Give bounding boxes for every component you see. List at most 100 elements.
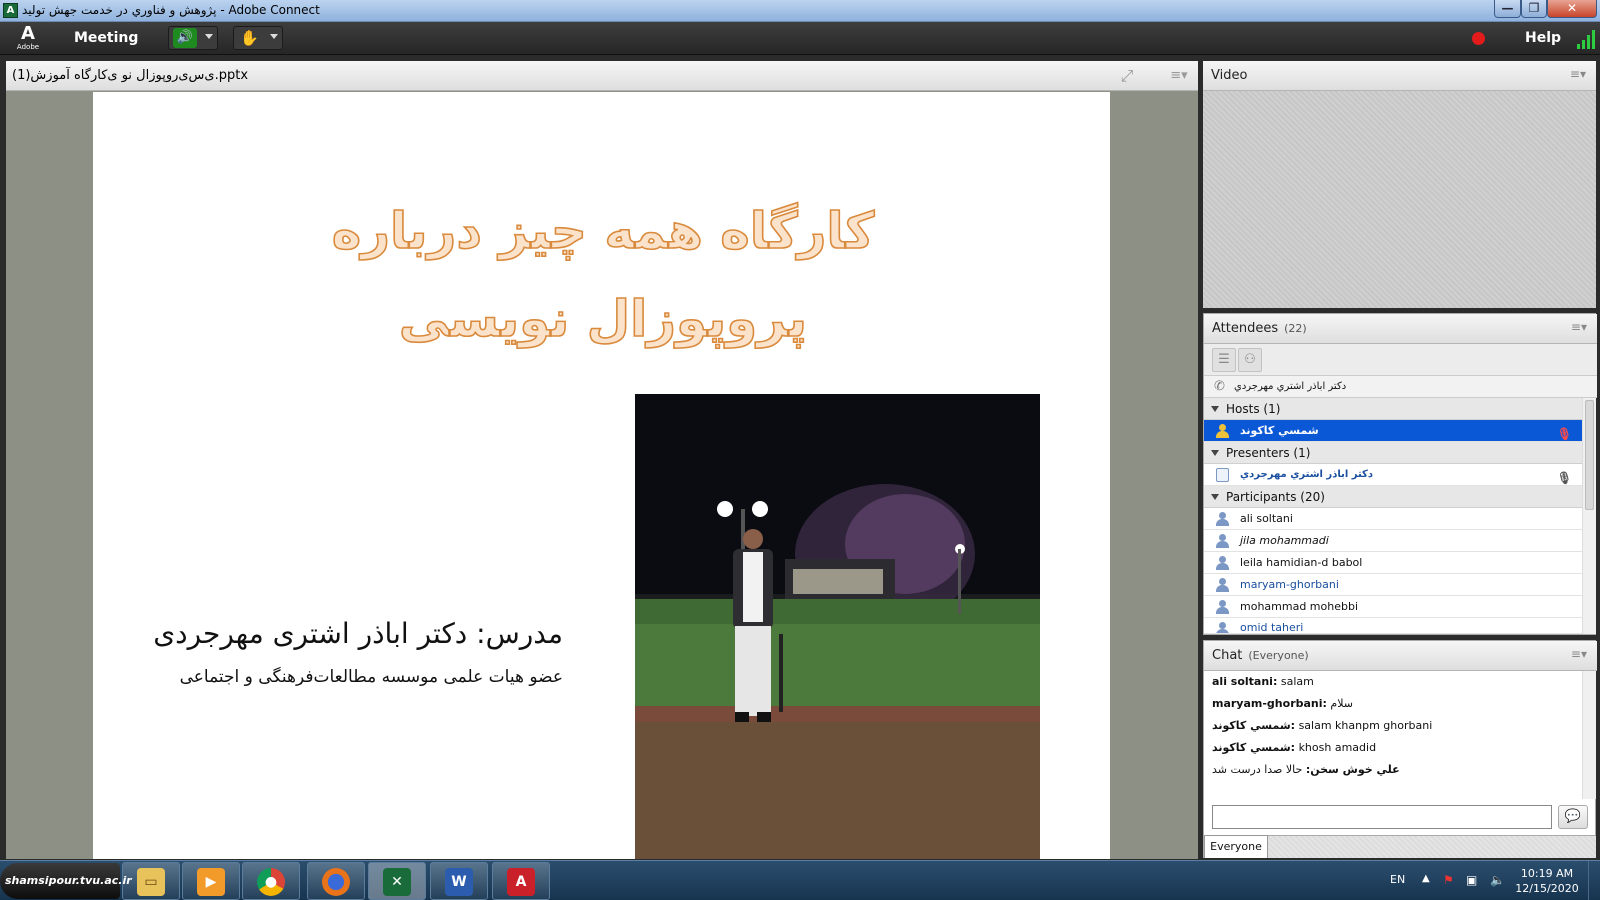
pod-menu-icon[interactable]: ≡▾: [1571, 647, 1587, 661]
recording-indicator-icon[interactable]: [1472, 32, 1485, 45]
pod-menu-icon[interactable]: ≡▾: [1571, 320, 1587, 334]
window-title: پژوهش و فناوري در خدمت جهش توليد - Adobe…: [22, 3, 320, 17]
instructor-photo-illustration: [635, 394, 1040, 859]
chat-text: حالا صدا درست شد: [1212, 763, 1303, 776]
chat-text: salam khanpm ghorbani: [1298, 719, 1433, 732]
fullscreen-icon[interactable]: ⤢: [1118, 67, 1136, 85]
media-player-icon: ▶: [197, 868, 225, 896]
share-pod-title: (1)ی‌س‌ی‌روپوزال نو ی‌کارگاه آموزش.pptx: [12, 68, 249, 83]
instructor-photo: [635, 394, 1040, 859]
speaker-icon: 🔊: [173, 28, 197, 48]
network-icon[interactable]: ▣: [1466, 873, 1477, 887]
attendee-name: leila hamidian-d babol: [1240, 556, 1363, 569]
chat-text: سلام: [1330, 697, 1354, 710]
attendee-row[interactable]: omid taheri: [1204, 618, 1582, 634]
chat-input[interactable]: [1212, 805, 1552, 829]
help-menu[interactable]: Help: [1525, 30, 1561, 46]
chat-scrollbar[interactable]: [1582, 671, 1596, 799]
chat-message: maryam-ghorbani: سلام: [1212, 697, 1353, 710]
phone-icon: ✆: [1214, 379, 1225, 394]
speaker-toggle-button[interactable]: 🔊: [168, 26, 218, 50]
chat-user: شمسي كاكوند:: [1212, 741, 1296, 754]
show-desktop-button[interactable]: [1588, 861, 1600, 900]
list-view-icon[interactable]: ☰: [1212, 348, 1236, 372]
attendee-row-host[interactable]: شمسي كاكوند 🎙: [1204, 420, 1582, 442]
system-clock[interactable]: 10:19 AM 12/15/2020: [1512, 866, 1582, 896]
active-speaker-bar: ✆ دکتر اباذر اشتري مهرجردي: [1204, 376, 1597, 398]
close-window-button[interactable]: ✕: [1547, 0, 1597, 18]
adobe-connect-window: A پژوهش و فناوري در خدمت جهش توليد - Ado…: [0, 0, 1600, 900]
language-indicator[interactable]: EN: [1390, 873, 1405, 886]
chat-send-button[interactable]: 💬: [1558, 805, 1588, 829]
chat-title: Chat: [1212, 648, 1243, 663]
attendee-row[interactable]: mohammad mohebbi: [1204, 596, 1582, 618]
attendee-row-presenter[interactable]: دكتر اباذر اشتري مهرجردي 🎙: [1204, 464, 1582, 486]
speech-bubble-icon: 💬: [1564, 809, 1582, 824]
pod-menu-icon[interactable]: ≡▾: [1570, 67, 1586, 81]
taskbar-word[interactable]: W: [430, 862, 488, 900]
adobe-connect-app-icon: A: [3, 3, 18, 18]
presenters-group-label: Presenters (1): [1226, 446, 1311, 460]
chevron-down-icon[interactable]: [270, 34, 278, 39]
maximize-button[interactable]: ❐: [1521, 0, 1547, 18]
attendees-scrollbar[interactable]: [1582, 398, 1596, 634]
attendee-row[interactable]: leila hamidian-d babol: [1204, 552, 1582, 574]
attendees-pod-title: Attendees (22): [1212, 321, 1307, 336]
chat-pod-header: Chat (Everyone) ≡▾: [1204, 641, 1597, 671]
taskbar-acrobat[interactable]: A: [492, 862, 550, 900]
collapse-triangle-icon[interactable]: [1211, 450, 1219, 456]
chevron-down-icon[interactable]: [205, 34, 213, 39]
attendee-name: jila mohammadi: [1240, 534, 1329, 547]
chat-scope: (Everyone): [1248, 649, 1309, 662]
pod-menu-icon[interactable]: ≡▾: [1169, 67, 1189, 85]
taskbar-firefox[interactable]: [307, 862, 365, 900]
word-icon: W: [445, 868, 473, 896]
attendee-row[interactable]: ali soltani: [1204, 508, 1582, 530]
adobe-logo-icon: A: [21, 23, 35, 44]
share-pod-header: (1)ی‌س‌ی‌روپوزال نو ی‌کارگاه آموزش.pptx …: [6, 61, 1198, 91]
taskbar-adobe-connect[interactable]: ✕: [368, 862, 426, 900]
chat-user: ali soltani:: [1212, 675, 1278, 688]
action-center-icon[interactable]: ⚑: [1443, 873, 1454, 887]
attendees-toolbar: ☰ ⚇: [1204, 344, 1597, 376]
participants-group-header[interactable]: Participants (20): [1204, 486, 1582, 508]
raise-hand-icon: ✋: [240, 29, 259, 47]
presentation-slide: کارگاه همه چیز درباره پروپوزال نویسی مدر…: [93, 92, 1110, 859]
minimize-button[interactable]: —: [1494, 0, 1521, 18]
windows-taskbar: shamsipour.tvu.ac.ir ▭ ▶ ● ✕ W A EN ▲ ⚑ …: [0, 860, 1600, 900]
slide-title: کارگاه همه چیز درباره پروپوزال نویسی: [193, 187, 1013, 363]
attendee-name: maryam-ghorbani: [1240, 578, 1339, 591]
volume-icon[interactable]: 🔈: [1490, 873, 1505, 887]
attendee-row[interactable]: jila mohammadi: [1204, 530, 1582, 552]
chat-tab-bar: [1268, 835, 1596, 858]
clock-date: 12/15/2020: [1515, 882, 1579, 895]
presenters-group-header[interactable]: Presenters (1): [1204, 442, 1582, 464]
attendees-pod-header: Attendees (22) ≡▾: [1204, 314, 1597, 344]
chat-tab-everyone[interactable]: Everyone: [1204, 835, 1268, 858]
status-view-icon[interactable]: ⚇: [1238, 348, 1262, 372]
taskbar-chrome[interactable]: ●: [242, 862, 300, 900]
chat-user: شمسي كاكوند:: [1212, 719, 1296, 732]
chat-text: salam: [1280, 675, 1314, 688]
slide-instructor: مدرس: دکتر اباذر اشتری مهرجردی: [153, 617, 563, 650]
attendee-count: (22): [1284, 322, 1307, 335]
attendee-name: mohammad mohebbi: [1240, 600, 1359, 613]
collapse-triangle-icon[interactable]: [1211, 494, 1219, 500]
collapse-triangle-icon[interactable]: [1211, 406, 1219, 412]
attendee-row[interactable]: maryam-ghorbani: [1204, 574, 1582, 596]
firefox-icon: [322, 868, 350, 896]
start-button[interactable]: shamsipour.tvu.ac.ir: [0, 863, 132, 899]
clock-time: 10:19 AM: [1520, 867, 1574, 880]
active-speaker-name: دکتر اباذر اشتري مهرجردي: [1234, 381, 1347, 392]
hosts-group-header[interactable]: Hosts (1): [1204, 398, 1582, 420]
attendees-title: Attendees: [1212, 321, 1279, 336]
tray-expand-icon[interactable]: ▲: [1422, 873, 1430, 884]
user-icon: [1216, 534, 1229, 548]
meeting-menu[interactable]: Meeting: [74, 30, 138, 46]
scrollbar-thumb[interactable]: [1585, 400, 1594, 510]
raise-hand-button[interactable]: ✋: [233, 26, 283, 50]
user-icon: [1216, 556, 1229, 570]
taskbar-file-explorer[interactable]: ▭: [122, 862, 180, 900]
taskbar-media-player[interactable]: ▶: [182, 862, 240, 900]
participants-group-label: Participants (20): [1226, 490, 1325, 504]
